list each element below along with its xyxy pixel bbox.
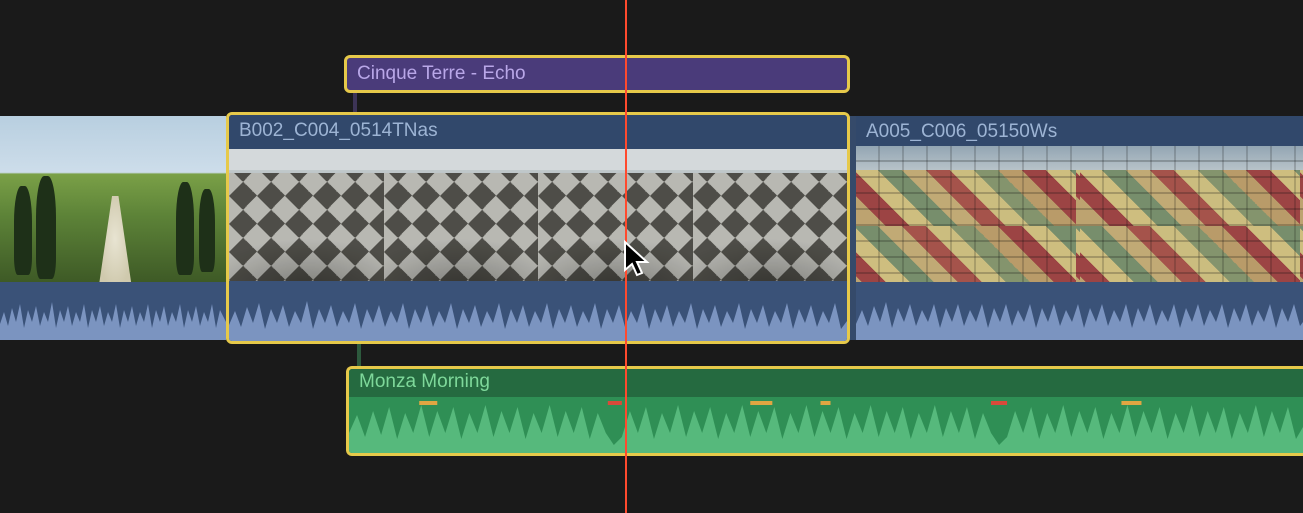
clip-thumbnails [856, 146, 1303, 282]
clip-audio-waveform [229, 281, 847, 341]
thumbnail-checker [693, 149, 848, 281]
audio-waveform [349, 397, 1303, 456]
thumbnail-checker [384, 149, 539, 281]
clip-label: A005_C006_05150Ws [856, 116, 1303, 146]
audio-clip-label: Monza Morning [349, 369, 1303, 397]
video-clip-1[interactable] [0, 116, 226, 340]
title-clip[interactable]: Cinque Terre - Echo [344, 55, 850, 93]
clip-thumbnails [0, 116, 226, 282]
video-clip-2[interactable]: B002_C004_0514TNas [226, 112, 850, 344]
thumbnail-town [856, 146, 1080, 282]
thumbnail-town [1080, 146, 1303, 282]
clip-audio-waveform [856, 282, 1303, 340]
video-clip-3[interactable]: A005_C006_05150Ws [856, 116, 1303, 340]
thumbnail-checker [538, 149, 693, 281]
connector-audio [357, 344, 361, 366]
thumbnail-landscape [0, 116, 226, 282]
audio-clip[interactable]: Monza Morning [346, 366, 1303, 456]
playhead[interactable] [625, 0, 627, 513]
clip-audio-waveform [0, 282, 226, 340]
clip-label: B002_C004_0514TNas [229, 115, 847, 149]
title-clip-label: Cinque Terre - Echo [357, 63, 526, 85]
thumbnail-checker [229, 149, 384, 281]
timeline[interactable]: Cinque Terre - Echo B002_C004_0514TNas [0, 0, 1303, 513]
clip-thumbnails [229, 149, 847, 281]
